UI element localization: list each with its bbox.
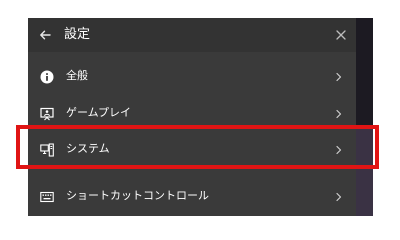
back-button[interactable] (36, 26, 54, 44)
menu-item-general[interactable]: 全般 (28, 58, 356, 94)
menu-item-label: システム (66, 142, 110, 155)
info-icon (40, 69, 54, 84)
menu-item-label: ゲームプレイ (66, 106, 132, 119)
close-icon (336, 30, 346, 40)
menu-item-label: ショートカットコントロール (66, 189, 209, 202)
background-tint (356, 126, 373, 216)
close-button[interactable] (332, 26, 350, 44)
settings-header: 設定 (28, 18, 356, 52)
back-arrow-icon (40, 30, 51, 40)
chevron-right-icon (334, 69, 344, 83)
background-window-edge (356, 18, 373, 216)
menu-item-system[interactable]: システム (28, 131, 356, 167)
gameplay-icon (40, 106, 54, 121)
screenshot-canvas: 設定 全般 ゲームプレイ システム ショートカットコントロール (0, 0, 400, 216)
settings-panel: 設定 全般 ゲームプレイ システム ショートカットコントロール (28, 18, 356, 216)
menu-item-shortcut-controls[interactable]: ショートカットコントロール (28, 178, 356, 214)
menu-item-label: 全般 (66, 69, 88, 82)
menu-item-gameplay[interactable]: ゲームプレイ (28, 95, 356, 131)
chevron-right-icon (334, 106, 344, 120)
page-title: 設定 (64, 27, 91, 42)
keyboard-icon (40, 189, 54, 203)
system-icon (40, 142, 54, 157)
chevron-right-icon (334, 189, 344, 203)
chevron-right-icon (334, 142, 344, 156)
